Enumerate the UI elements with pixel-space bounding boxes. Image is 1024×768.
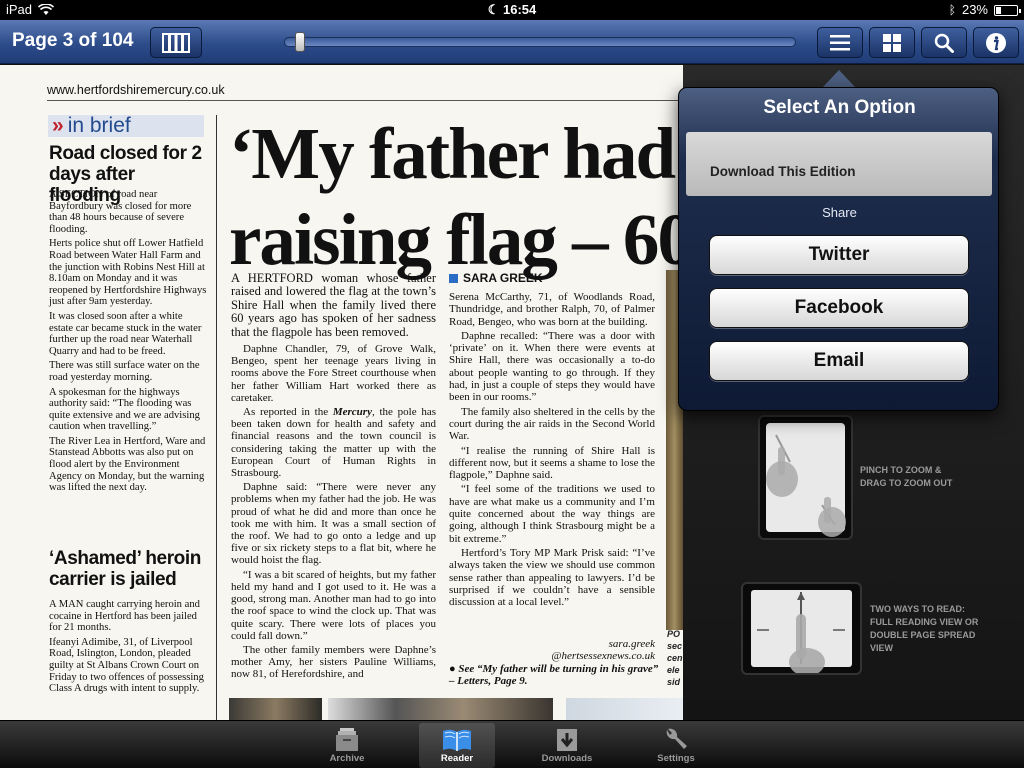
article-paragraph: “I was a bit scared of heights, but my f… [231,568,436,642]
tab-label: Reader [440,753,474,764]
grid-icon [883,33,901,52]
brief-paragraph: Ifeanyi Adimibe, 31, of Liverpool Road, … [49,636,204,695]
article-paragraph: Serena McCarthy, 71, of Woodlands Road, … [449,291,655,328]
reading-view-illustration [741,582,862,676]
caption-fragment: sid [667,677,681,687]
brief-paragraph: A MAN caught carrying heroin and cocaine… [49,599,200,634]
tab-archive[interactable]: Archive [309,723,385,768]
see-also: ● See “My father will be turning in his … [449,663,659,687]
battery-percent: 23% [961,2,988,17]
battery-icon [994,4,1021,16]
brief-paragraph: A spokesman for the highways authority s… [49,386,200,433]
in-brief-label: in brief [67,114,131,137]
archive-icon [336,728,358,751]
page-slider-thumb[interactable] [295,32,305,52]
share-facebook-button[interactable]: Facebook [709,288,969,328]
options-popover: Select An Option Download This Edition S… [678,87,999,411]
page-indicator: Page 3 of 104 [12,30,134,51]
main-headline: ‘My father had n raising flag – 60 [229,111,683,283]
caption-fragment: cen [667,653,683,663]
clock: 16:54 [503,2,537,17]
article-paragraph: “I feel some of the traditions we used t… [449,483,655,545]
popover-arrow [822,70,856,88]
tab-downloads[interactable]: Downloads [529,723,605,768]
tab-label: Downloads [541,753,593,764]
in-brief-header: » in brief [48,115,204,137]
swipe-hand-icon [751,590,852,676]
brief-paragraph: There was still surface water on the roa… [49,360,200,383]
book-icon [443,729,471,751]
brief-story-body: A MAN caught carrying heroin and cocaine… [49,599,207,695]
tab-label: Settings [657,753,695,764]
pinch-help-text: PINCH TO ZOOM & DRAG TO ZOOM OUT [860,465,953,488]
brief-paragraph: Herts police shut off Lower Hatfield Roa… [49,238,207,308]
wrench-icon [666,728,687,749]
article-column-1: A HERTFORD woman whose father raised and… [231,271,436,683]
author-name: sara.greek [608,638,655,650]
newspaper-page[interactable]: www.hertfordshiremercury.co.uk » in brief… [0,65,683,720]
column-divider [216,115,217,720]
caption-fragment: PO [667,629,681,639]
caption-fragment: sec [667,641,683,651]
reading-help-text: TWO WAYS TO READ: FULL READING VIEW OR D… [870,604,979,653]
search-button[interactable] [921,27,967,58]
headline-line: ‘My father had n [229,113,683,194]
info-button[interactable] [973,27,1019,58]
list-icon [830,34,850,50]
share-label: Share [822,205,857,220]
search-icon [934,33,954,53]
article-paragraph: The other family members were Daphne’s m… [231,643,436,681]
page-spread-button[interactable] [150,27,202,58]
share-twitter-button[interactable]: Twitter [709,235,969,275]
download-icon [557,729,577,751]
moon-icon: ☾ [487,2,500,17]
info-icon [986,32,1006,53]
article-paragraph: As reported in the Mercury, the pole has… [231,406,436,480]
brief-paragraph: A SECTION of road near Bayfordbury was c… [49,189,192,235]
byline-square-icon [449,273,458,283]
download-edition-item[interactable]: Download This Edition [686,132,992,196]
byline: SARA GREEK [449,271,543,285]
tab-bar: Archive Reader Downloads Settings [0,720,1024,768]
brief-paragraph: The River Lea in Hertford, Ware and Stan… [49,435,206,494]
article-paragraph: Daphne said: “There were never any probl… [231,481,436,567]
double-chevron-icon: » [52,114,64,137]
status-bar: iPad ☾ 16:54 ᛒ 23% [0,0,1024,20]
article-paragraph: The family also sheltered in the cells b… [449,405,655,443]
pinch-zoom-illustration [758,415,853,540]
site-url: www.hertfordshiremercury.co.uk [47,83,225,97]
caption-fragment: ele [667,665,680,675]
app-root: iPad ☾ 16:54 ᛒ 23% Page 3 of 104 www.her… [0,0,1024,768]
news-photo [328,698,553,720]
brief-story-body: A SECTION of road near Bayfordbury was c… [49,189,207,494]
pinch-hand-icon [766,423,846,537]
bluetooth-icon: ᛒ [948,3,956,17]
book-spread-icon [162,32,190,53]
page-slider[interactable] [284,32,796,52]
article-paragraph: Hertford’s Tory MP Mark Prisk said: “I’v… [449,546,655,609]
reader-toolbar: Page 3 of 104 [0,20,1024,64]
header-rule [47,100,683,101]
news-photo [566,698,683,720]
article-paragraph: Daphne Chandler, 79, of Grove Walk, Beng… [231,343,436,404]
author-email: @hertsessexnews.co.uk [551,650,655,662]
brief-headline: ‘Ashamed’ heroin carrier is jailed [49,548,201,590]
article-paragraph: Daphne recalled: “There was a door with … [449,329,655,404]
thumbnails-button[interactable] [869,27,915,58]
article-paragraph: “I realise the running of Shire Hall is … [449,444,655,482]
popover-title: Select An Option [763,97,916,118]
tab-settings[interactable]: Settings [638,723,714,768]
share-email-button[interactable]: Email [709,341,969,381]
byline-name: SARA GREEK [463,271,543,285]
article-column-2: Serena McCarthy, 71, of Woodlands Road, … [449,291,655,610]
author-signature: sara.greek @hertsessexnews.co.uk [449,638,655,662]
tab-label: Archive [329,753,365,764]
side-caption: PO sec cen ele sid [667,628,683,688]
publication-name: Mercury [332,406,372,419]
tab-reader[interactable]: Reader [419,723,495,768]
brief-paragraph: It was closed soon after a white estate … [49,310,202,357]
contents-button[interactable] [817,27,863,58]
lead-paragraph: A HERTFORD woman whose father raised and… [231,271,436,339]
news-photo [229,698,322,720]
